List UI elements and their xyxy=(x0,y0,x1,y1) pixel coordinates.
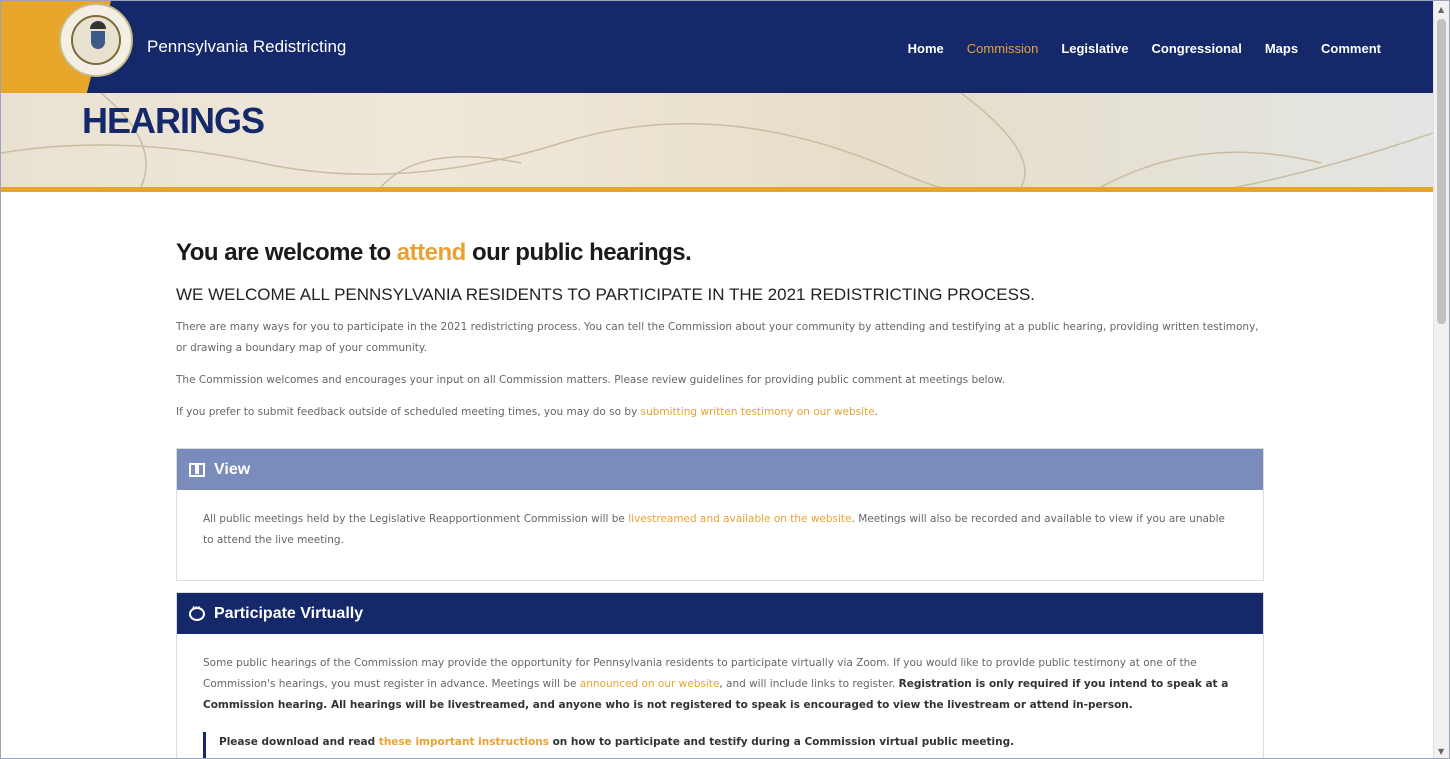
intro-paragraph-1: There are many ways for you to participa… xyxy=(176,321,1259,354)
view-card-header: View xyxy=(177,449,1263,490)
shield-icon xyxy=(91,31,105,49)
intro-heading: You are welcome to attend our public hea… xyxy=(176,239,1264,267)
page-title: HEARINGS xyxy=(82,100,265,141)
nav-comment[interactable]: Comment xyxy=(1321,41,1381,56)
page-banner: HEARINGS xyxy=(1,93,1433,187)
scroll-down-arrow-icon[interactable]: ▼ xyxy=(1438,747,1444,756)
nav-maps[interactable]: Maps xyxy=(1265,41,1298,56)
page-scrollbar[interactable]: ▲ ▼ xyxy=(1433,1,1449,758)
state-seal-logo[interactable] xyxy=(59,3,133,77)
nav-congressional[interactable]: Congressional xyxy=(1152,41,1242,56)
browser-viewport: Pennsylvania Redistricting Home Commissi… xyxy=(0,0,1450,759)
virtual-card-header: Participate Virtually xyxy=(177,593,1263,634)
scroll-up-arrow-icon[interactable]: ▲ xyxy=(1438,5,1444,14)
chat-icon xyxy=(189,602,205,621)
virtual-card-body: Some public hearings of the Commission m… xyxy=(177,634,1263,758)
intro-heading-accent: attend xyxy=(396,239,467,266)
para3-text: If you prefer to submit feedback outside… xyxy=(176,406,641,418)
film-icon xyxy=(189,462,205,477)
virtual-text-mid: , and will include links to register. xyxy=(719,678,899,690)
main-content: You are welcome to attend our public hea… xyxy=(176,239,1264,423)
quote-text-end: on how to participate and testify during… xyxy=(548,736,1015,748)
nav-home[interactable]: Home xyxy=(908,41,944,56)
intro-paragraph-2: The Commission welcomes and encourages y… xyxy=(176,374,1005,386)
view-card-body: All public meetings held by the Legislat… xyxy=(177,490,1263,580)
nav-commission[interactable]: Commission xyxy=(967,41,1039,56)
virtual-paragraph: Some public hearings of the Commission m… xyxy=(203,653,1237,716)
quote-text: Please download and read xyxy=(219,736,379,748)
banner-divider xyxy=(1,187,1433,192)
main-nav: Home Commission Legislative Congressiona… xyxy=(908,41,1381,56)
view-text: All public meetings held by the Legislat… xyxy=(203,513,629,525)
view-card: View All public meetings held by the Leg… xyxy=(176,448,1264,581)
intro-paragraph-3: If you prefer to submit feedback outside… xyxy=(176,402,1264,423)
instructions-link[interactable]: these important instructions xyxy=(379,736,549,748)
instructions-callout: Please download and read these important… xyxy=(203,732,1237,758)
intro-heading-post: our public hearings. xyxy=(465,239,692,266)
written-testimony-link[interactable]: submitting written testimony on our webs… xyxy=(641,406,875,418)
view-card-title: View xyxy=(214,460,251,478)
intro-heading-pre: You are welcome to xyxy=(176,239,397,266)
intro-subheading: WE WELCOME ALL PENNSYLVANIA RESIDENTS TO… xyxy=(176,285,1036,304)
para3-end: . xyxy=(874,406,878,418)
nav-legislative[interactable]: Legislative xyxy=(1061,41,1128,56)
participate-virtually-card: Participate Virtually Some public hearin… xyxy=(176,592,1264,758)
site-header: Pennsylvania Redistricting Home Commissi… xyxy=(1,1,1433,93)
announced-link[interactable]: announced on our website xyxy=(580,678,720,690)
virtual-card-title: Participate Virtually xyxy=(214,604,364,622)
scroll-thumb[interactable] xyxy=(1437,19,1446,324)
eagle-icon xyxy=(90,21,106,29)
site-title[interactable]: Pennsylvania Redistricting xyxy=(147,37,346,57)
seal-emblem xyxy=(71,15,121,65)
livestream-link[interactable]: livestreamed and available on the websit… xyxy=(628,513,851,525)
